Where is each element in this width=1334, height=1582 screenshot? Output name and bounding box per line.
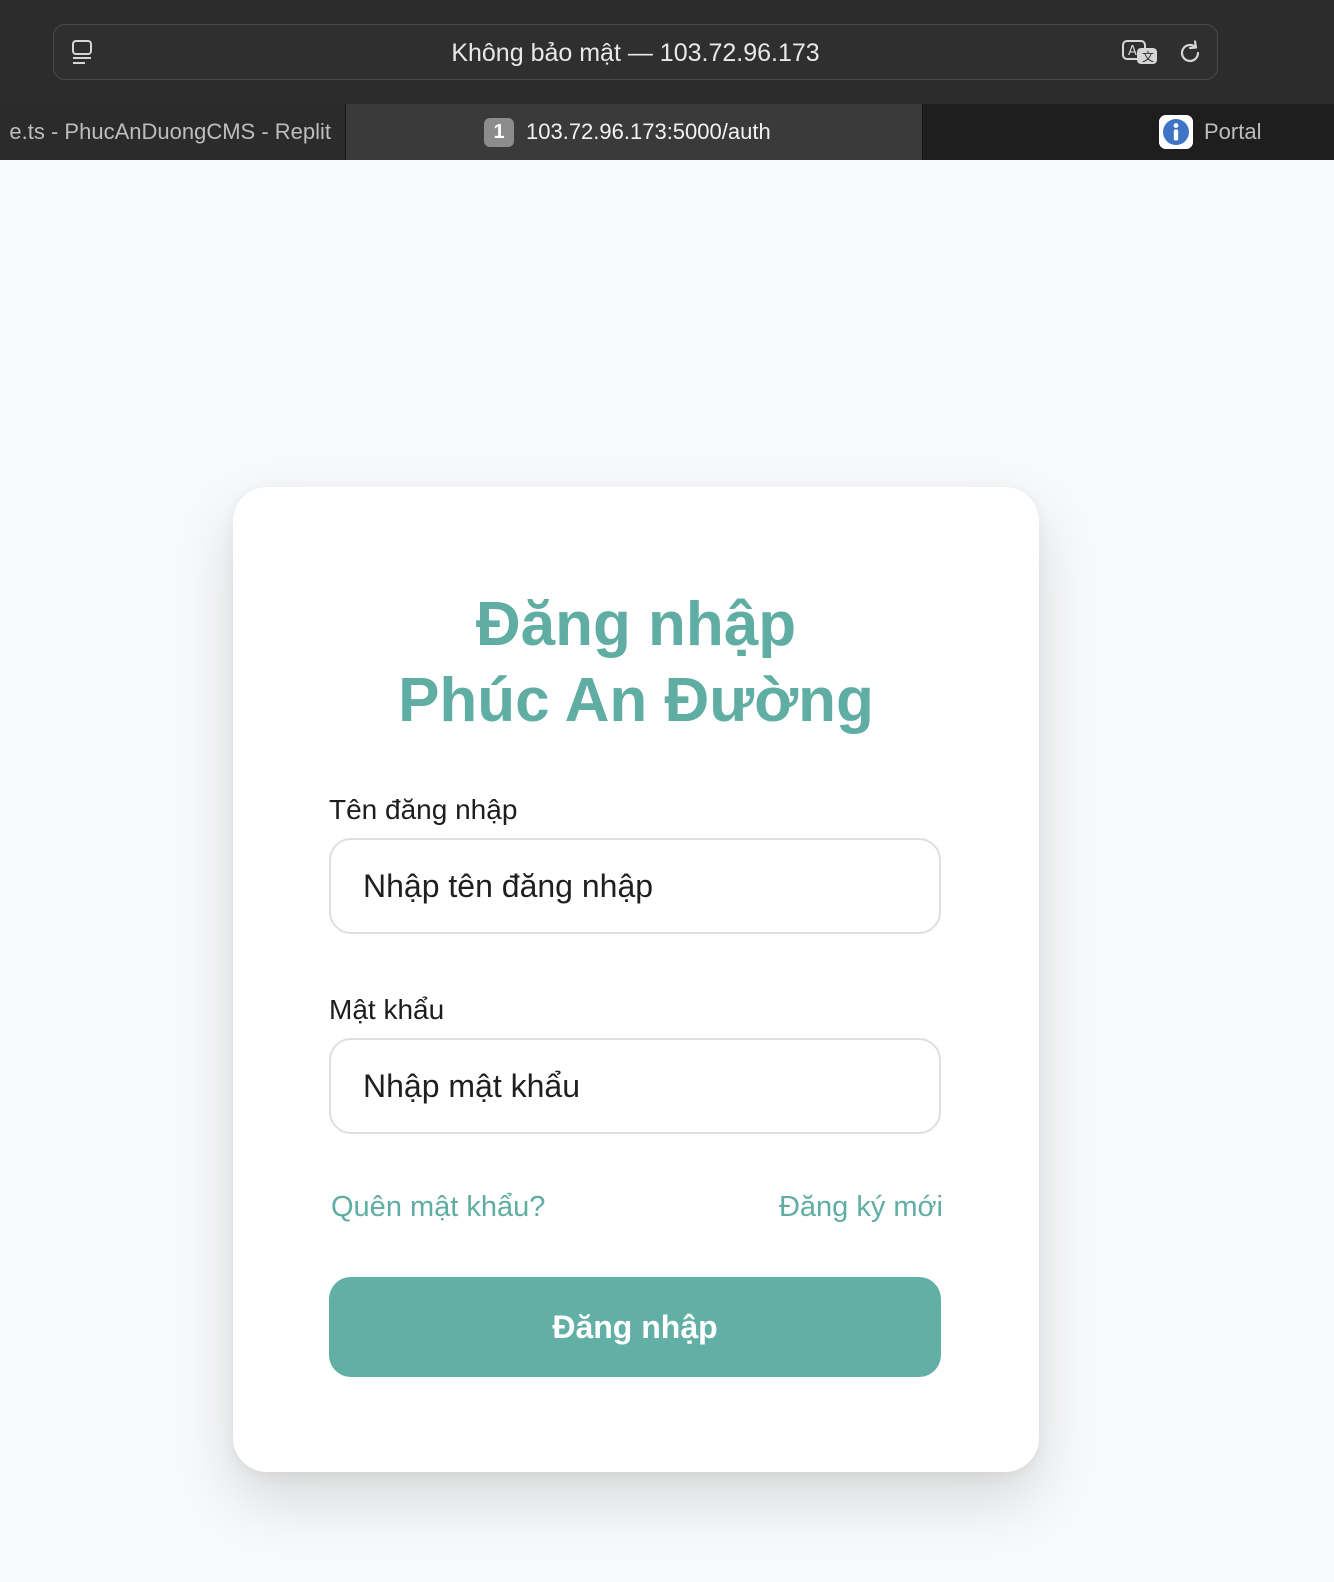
tab-label: Portal (1204, 119, 1262, 144)
address-bar[interactable]: Không bảo mật — 103.72.96.173 A 文 (53, 24, 1218, 80)
translate-icon[interactable]: A 文 (1121, 38, 1161, 68)
tab-label: e.ts - PhucAnDuongCMS - Replit (9, 119, 331, 144)
password-label: Mật khẩu (329, 994, 445, 1025)
reload-icon[interactable] (1175, 38, 1205, 68)
forgot-password-link[interactable]: Quên mật khẩu? (331, 1191, 545, 1224)
username-label: Tên đăng nhập (329, 794, 518, 825)
svg-text:文: 文 (1142, 49, 1154, 64)
password-input[interactable] (329, 1038, 941, 1134)
svg-text:A: A (1128, 44, 1137, 59)
info-icon (1159, 115, 1193, 149)
login-title-line1: Đăng nhập (475, 590, 797, 659)
address-text[interactable]: Không bảo mật — 103.72.96.173 (54, 25, 1217, 81)
login-title-line2: Phúc An Đường (398, 666, 874, 735)
tab-label: 103.72.96.173:5000/auth (526, 119, 771, 144)
tab-auth[interactable]: 1 103.72.96.173:5000/auth (346, 104, 923, 160)
tab-portal[interactable]: Portal (923, 104, 1334, 160)
username-input[interactable] (329, 838, 941, 934)
tab-replit[interactable]: e.ts - PhucAnDuongCMS - Replit (0, 104, 346, 160)
register-link[interactable]: Đăng ký mới (779, 1191, 943, 1224)
login-title: Đăng nhập Phúc An Đường (233, 587, 1039, 739)
browser-toolbar: Không bảo mật — 103.72.96.173 A 文 (0, 0, 1334, 104)
tab-bar: e.ts - PhucAnDuongCMS - Replit 1 103.72.… (0, 104, 1334, 160)
login-card: Đăng nhập Phúc An Đường Tên đăng nhập Mậ… (233, 487, 1039, 1472)
login-button[interactable]: Đăng nhập (329, 1277, 941, 1377)
tab-number-badge: 1 (484, 118, 514, 147)
